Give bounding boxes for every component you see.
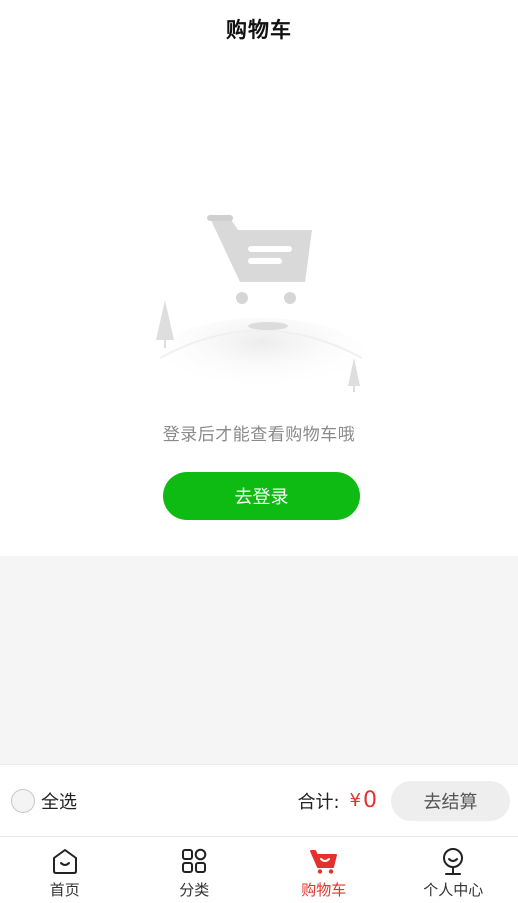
- tab-label: 首页: [49, 881, 80, 899]
- cart-icon: [309, 850, 337, 874]
- content-background: [0, 556, 518, 764]
- category-icon: [182, 848, 207, 873]
- tab-home[interactable]: 首页: [0, 837, 130, 903]
- bottom-tab-bar: 首页 分类 购物车 个人中心: [0, 836, 518, 903]
- tab-label: 购物车: [301, 881, 347, 899]
- currency-symbol: ¥: [349, 790, 361, 811]
- page-title: 购物车: [226, 18, 292, 42]
- tab-profile[interactable]: 个人中心: [389, 837, 518, 903]
- total-label: 合计:: [297, 791, 340, 813]
- cart-page: 购物车 登录后才能查看购物车哦 去登录 全选 合计: ¥ 0 去结算 首页 分类…: [0, 0, 518, 903]
- empty-state: 登录后才能查看购物车哦 去登录: [0, 58, 518, 556]
- home-icon: [52, 849, 77, 874]
- user-icon: [443, 848, 464, 875]
- login-button[interactable]: 去登录: [163, 472, 360, 520]
- tab-cart[interactable]: 购物车: [259, 837, 389, 903]
- select-all-toggle[interactable]: 全选: [11, 788, 77, 814]
- tab-category[interactable]: 分类: [130, 837, 260, 903]
- top-bar: 购物车: [0, 0, 518, 58]
- empty-message: 登录后才能查看购物车哦: [162, 425, 356, 445]
- checkout-bar: 全选 合计: ¥ 0 去结算: [0, 764, 518, 836]
- select-all-label: 全选: [41, 791, 77, 813]
- tab-label: 个人中心: [423, 881, 484, 899]
- tab-label: 分类: [179, 881, 210, 899]
- select-all-checkbox[interactable]: [11, 788, 35, 813]
- checkout-button[interactable]: 去结算: [391, 780, 510, 821]
- total-summary: 合计: ¥ 0 去结算: [297, 780, 518, 821]
- total-price: 0: [363, 788, 377, 813]
- empty-cart-icon: [156, 215, 367, 398]
